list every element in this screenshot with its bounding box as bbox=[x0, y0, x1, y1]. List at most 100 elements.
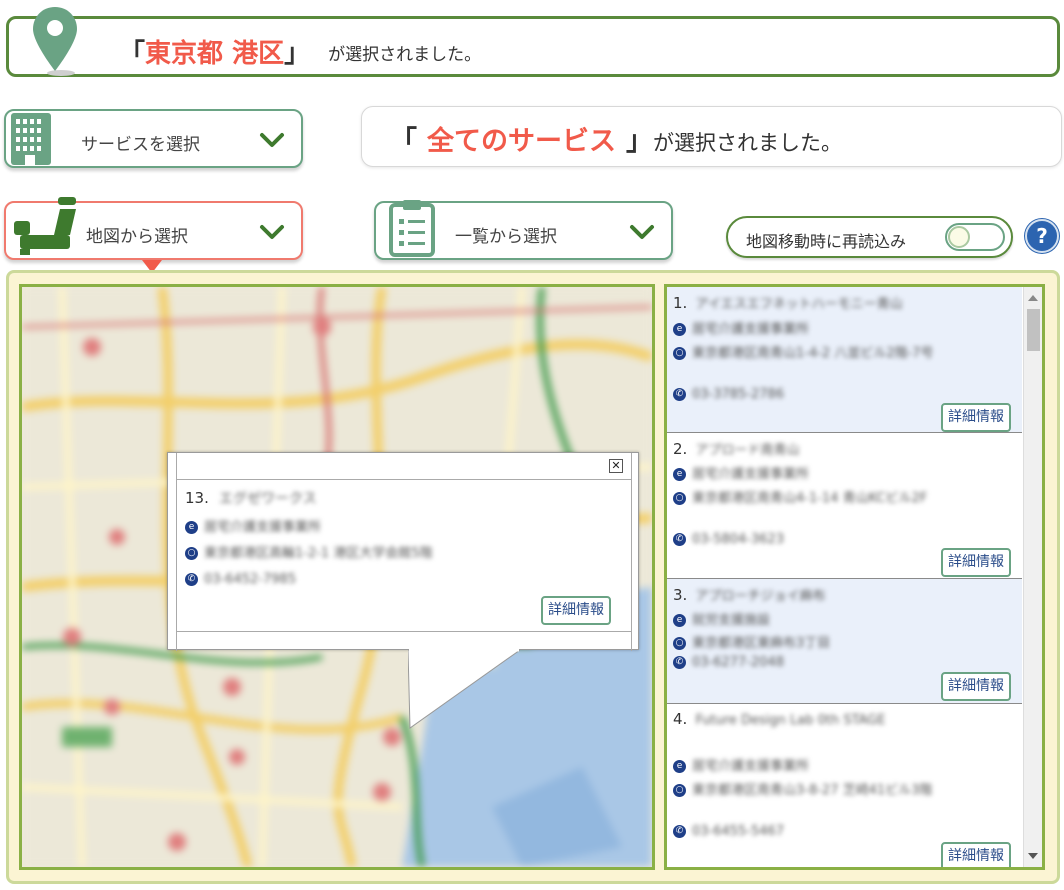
service-selected-text: 「全てのサービス 」が選択されました。 bbox=[390, 119, 842, 158]
popup-category-row: e 居宅介護支援事業所 bbox=[185, 516, 321, 535]
list-item-address-row: ○ 東京都港区南青山1-4-2 八並ビル2階-7号 bbox=[673, 342, 1003, 361]
list-item-number: 1. bbox=[673, 294, 688, 312]
location-icon: ○ bbox=[673, 784, 686, 797]
list-item-category-row: e 居宅介護支援事業所 bbox=[673, 755, 809, 774]
list-item-phone: 03-6277-2048 bbox=[692, 655, 785, 670]
detail-button[interactable]: 詳細情報 bbox=[941, 548, 1011, 577]
list-item-category-row: e 就労支援施設 bbox=[673, 609, 770, 628]
list-item-address-row: ○ 東京都港区東麻布3丁目 bbox=[673, 632, 830, 651]
list-item-phone: 03-3785-2786 bbox=[692, 387, 785, 402]
list-item-address: 東京都港区南青山3-8-27 芝崎41ビル3階 bbox=[692, 783, 933, 798]
list-item-address: 東京都港区南青山1-4-2 八並ビル2階-7号 bbox=[692, 346, 934, 361]
scroll-up-arrow-icon[interactable] bbox=[1028, 295, 1038, 301]
bracket: 」 bbox=[284, 39, 311, 69]
list-item-phone-row: ✆ 03-5804-3623 bbox=[673, 532, 784, 547]
list-item[interactable]: 2. アプロード南青山 e 居宅介護支援事業所 ○ 東京都港区南青山4-1-14 青… bbox=[667, 433, 1022, 579]
seat-icon bbox=[14, 197, 76, 255]
list-item-title-row: 1. アイエスエフネットハーモニー青山 bbox=[673, 293, 903, 312]
popup-pointer bbox=[408, 648, 520, 729]
reload-on-map-move-toggle[interactable]: 地図移動時に再読込み bbox=[726, 216, 1013, 258]
detail-button[interactable]: 詳細情報 bbox=[941, 403, 1011, 432]
list-item-category: 就労支援施設 bbox=[692, 613, 771, 628]
list-item-category: 居宅介護支援事業所 bbox=[692, 322, 810, 337]
list-item-category: 居宅介護支援事業所 bbox=[692, 759, 810, 774]
detail-button[interactable]: 詳細情報 bbox=[941, 672, 1011, 701]
category-icon: e bbox=[673, 614, 686, 627]
tab-list-label: 一覧から選択 bbox=[455, 227, 557, 247]
service-selected-suffix: が選択されました。 bbox=[653, 131, 842, 155]
list-item-phone-row: ✆ 03-6277-2048 bbox=[673, 655, 784, 670]
popup-address-row: ○ 東京都港区高輪1-2-1 港区大学会館5階 bbox=[185, 542, 433, 561]
area-selected-text: 「東京都 港区」 が選択されました。 bbox=[119, 33, 481, 70]
list-item-address-row: ○ 東京都港区南青山4-1-14 青山KCビル2F bbox=[673, 487, 1003, 506]
detail-button[interactable]: 詳細情報 bbox=[541, 596, 611, 625]
building-icon bbox=[11, 113, 51, 165]
list-item-name[interactable]: アプロード南青山 bbox=[695, 443, 799, 458]
chevron-down-icon bbox=[630, 225, 654, 239]
service-select-button[interactable]: サービスを選択 bbox=[4, 109, 303, 168]
service-selected-banner: 「全てのサービス 」が選択されました。 bbox=[361, 106, 1062, 167]
category-icon: e bbox=[673, 760, 686, 773]
result-list[interactable]: 1. アイエスエフネットハーモニー青山 e 居宅介護支援事業所 ○ 東京都港区南青山… bbox=[664, 284, 1045, 870]
list-item-phone: 03-6455-5467 bbox=[692, 824, 785, 839]
list-item[interactable]: 4. Future Design Lab 0th STAGE e 居宅介護支援事業… bbox=[667, 704, 1022, 867]
area-selected-banner: 「東京都 港区」 が選択されました。 bbox=[6, 7, 1060, 77]
tab-list-select[interactable]: 一覧から選択 bbox=[374, 200, 673, 260]
list-item-address: 東京都港区南青山4-1-14 青山KCビル2F bbox=[692, 491, 928, 506]
location-icon: ○ bbox=[673, 347, 686, 360]
toggle-knob bbox=[948, 226, 970, 248]
popup-phone-row: ✆ 03-6452-7985 bbox=[185, 572, 296, 587]
list-item-address: 東京都港区東麻布3丁目 bbox=[692, 636, 831, 651]
scroll-thumb[interactable] bbox=[1027, 309, 1040, 351]
list-item-title-row: 3. アプローチジョイ麻布 bbox=[673, 585, 825, 604]
clipboard-list-icon bbox=[389, 200, 435, 257]
location-icon: ○ bbox=[185, 547, 198, 560]
tab-map-select[interactable]: 地図から選択 bbox=[4, 197, 303, 260]
bracket: 「 bbox=[119, 39, 146, 69]
toggle-switch[interactable] bbox=[945, 223, 1005, 251]
popup-title-row: 13. エグゼワークス bbox=[185, 488, 317, 508]
category-icon: e bbox=[673, 468, 686, 481]
chevron-down-icon bbox=[260, 133, 284, 147]
popup-name[interactable]: エグゼワークス bbox=[219, 491, 317, 507]
popup-category: 居宅介護支援事業所 bbox=[204, 520, 322, 535]
list-item-phone-row: ✆ 03-6455-5467 bbox=[673, 824, 784, 839]
list-item[interactable]: 3. アプローチジョイ麻布 e 就労支援施設 ○ 東京都港区東麻布3丁目 ✆ 03-6… bbox=[667, 579, 1022, 704]
help-icon[interactable]: ? bbox=[1025, 219, 1059, 253]
map-info-popup: ✕ 13. エグゼワークス e 居宅介護支援事業所 ○ 東京都港区高輪1-2-1 港… bbox=[167, 452, 639, 651]
tab-map-label: 地図から選択 bbox=[86, 227, 188, 247]
list-item-category: 居宅介護支援事業所 bbox=[692, 467, 810, 482]
popup-footer bbox=[176, 632, 632, 651]
list-scrollbar[interactable] bbox=[1023, 287, 1042, 867]
service-select-label: サービスを選択 bbox=[81, 135, 200, 155]
list-item-title-row: 2. アプロード南青山 bbox=[673, 439, 799, 458]
category-icon: e bbox=[673, 323, 686, 336]
list-item-phone-row: ✆ 03-3785-2786 bbox=[673, 387, 784, 402]
list-item-number: 4. bbox=[673, 710, 688, 728]
detail-button[interactable]: 詳細情報 bbox=[941, 842, 1011, 867]
reload-toggle-label: 地図移動時に再読込み bbox=[746, 232, 907, 251]
chevron-down-icon bbox=[260, 225, 284, 239]
popup-phone: 03-6452-7985 bbox=[204, 572, 297, 587]
list-item-name[interactable]: アプローチジョイ麻布 bbox=[695, 589, 825, 604]
bracket: 「 bbox=[390, 126, 417, 157]
phone-icon: ✆ bbox=[673, 388, 686, 401]
area-selected-suffix: が選択されました。 bbox=[328, 45, 482, 65]
category-icon: e bbox=[185, 521, 198, 534]
close-icon[interactable]: ✕ bbox=[609, 459, 623, 473]
list-item-phone: 03-5804-3623 bbox=[692, 532, 785, 547]
popup-body: 13. エグゼワークス e 居宅介護支援事業所 ○ 東京都港区高輪1-2-1 港区大… bbox=[176, 480, 632, 632]
selected-service-name: 全てのサービス bbox=[427, 126, 616, 157]
list-item-name[interactable]: Future Design Lab 0th STAGE bbox=[695, 713, 885, 728]
list-item-name[interactable]: アイエスエフネットハーモニー青山 bbox=[695, 297, 902, 312]
list-item-number: 2. bbox=[673, 440, 688, 458]
map-pin-icon bbox=[33, 7, 77, 76]
list-item-title-row: 4. Future Design Lab 0th STAGE bbox=[673, 710, 1003, 728]
list-item-number: 3. bbox=[673, 586, 688, 604]
list-item[interactable]: 1. アイエスエフネットハーモニー青山 e 居宅介護支援事業所 ○ 東京都港区南青山… bbox=[667, 287, 1022, 433]
scroll-down-arrow-icon[interactable] bbox=[1028, 853, 1038, 859]
popup-number: 13. bbox=[185, 489, 209, 507]
popup-header: ✕ bbox=[176, 453, 632, 480]
list-item-category-row: e 居宅介護支援事業所 bbox=[673, 463, 809, 482]
phone-icon: ✆ bbox=[673, 533, 686, 546]
